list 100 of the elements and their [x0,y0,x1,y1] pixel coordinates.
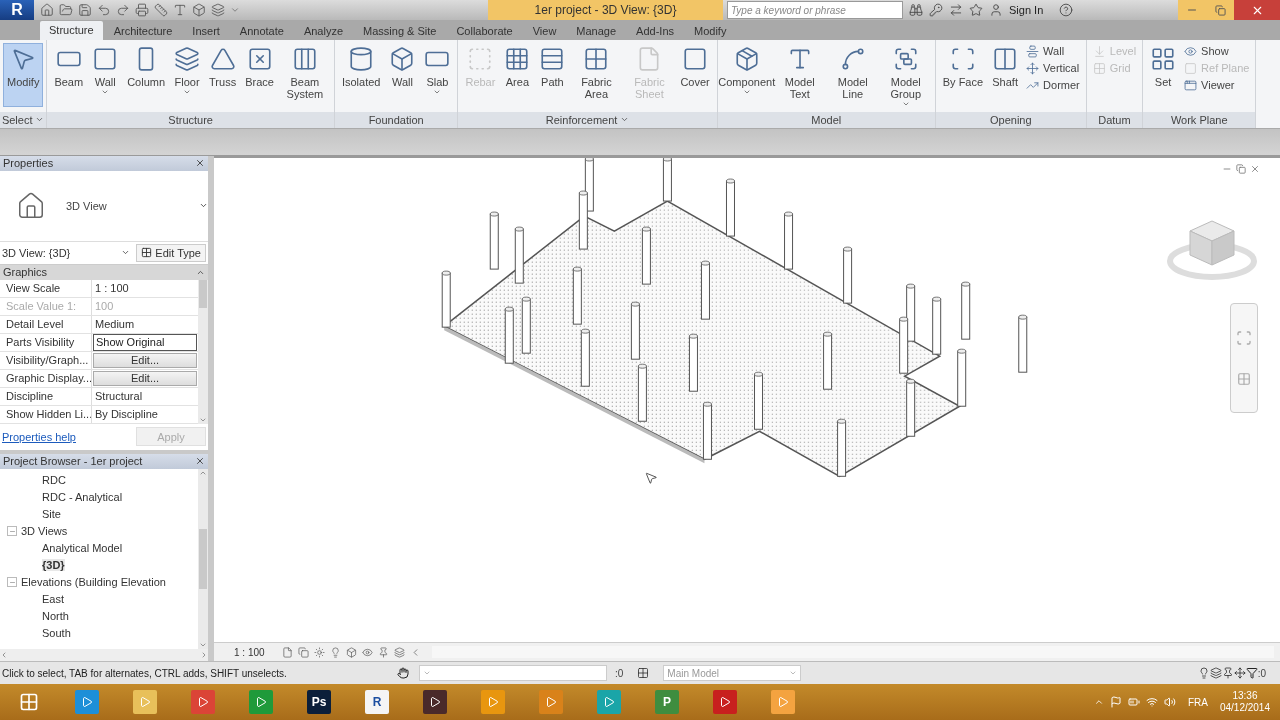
taskbar-app[interactable]: R [365,690,389,714]
layers-icon[interactable] [393,646,405,658]
edit-type-button[interactable]: Edit Type [136,243,206,262]
collapse-toggle[interactable] [7,577,17,588]
undo-icon[interactable] [97,3,111,17]
close-icon[interactable] [195,158,205,169]
ribbon-tool[interactable]: Shaft [988,42,1023,91]
ribbon-tool[interactable]: Floor [170,42,205,99]
edit-button[interactable]: Edit... [93,370,197,386]
copy-icon[interactable] [297,646,309,658]
tree-item[interactable]: Elevations (Building Elevation [21,576,166,589]
ribbon-small-tool[interactable]: Viewer [1181,77,1253,93]
taskbar-app[interactable]: Ps [307,690,331,714]
binoculars-icon[interactable] [909,3,923,17]
taskbar-app[interactable]: P [655,690,679,714]
instance-selector[interactable]: 3D View: {3D} [2,246,71,259]
layers-icon[interactable] [211,3,225,17]
close-button[interactable] [1234,0,1280,20]
hand-icon[interactable] [397,667,409,680]
sign-in-link[interactable]: Sign In [1009,4,1044,16]
ribbon-tool[interactable]: Cover [676,42,714,91]
tree-item[interactable]: RDC [42,474,66,487]
tree-item[interactable]: Site [42,508,61,521]
arrows-icon[interactable] [1233,667,1246,680]
ribbon-tool[interactable]: Truss [205,42,241,91]
close-icon[interactable] [1250,163,1260,174]
ribbon-tool[interactable]: Wall [385,42,420,91]
language-indicator[interactable]: FRA [1187,696,1208,708]
pin-icon[interactable] [377,646,389,658]
redo-icon[interactable] [116,3,130,17]
minimize-button[interactable] [1178,0,1206,20]
ribbon-small-tool[interactable]: Vertical [1023,60,1083,76]
scrollbar[interactable] [0,649,208,662]
close-icon[interactable] [195,456,205,467]
property-field[interactable]: Show Original [93,333,197,351]
network-icon[interactable] [1145,696,1158,708]
tree-item[interactable]: {3D} [42,559,65,572]
taskbar-app[interactable] [423,690,447,714]
home-icon[interactable] [40,3,54,17]
application-menu-button[interactable]: R [0,0,34,20]
ribbon-small-tool[interactable]: Wall [1023,43,1083,59]
save-icon[interactable] [78,3,92,17]
layers-icon[interactable] [1209,667,1222,680]
arrow-left-icon[interactable] [0,651,8,660]
box-icon[interactable] [192,3,206,17]
pin-icon[interactable] [1221,667,1234,680]
ribbon-tool[interactable]: Area [500,42,535,91]
box-icon[interactable] [345,646,357,658]
ribbon-tool[interactable]: Path [535,42,570,91]
user-icon[interactable] [989,3,1003,17]
bulb-icon[interactable] [1197,667,1210,680]
tree-item[interactable]: 3D Views [21,525,68,538]
view-scale[interactable]: 1 : 100 [234,646,265,658]
zoom-icon[interactable] [1237,371,1251,386]
scroll-thumb[interactable] [199,528,207,589]
ribbon-tool[interactable]: Modify [3,42,44,107]
flag-icon[interactable] [1109,696,1122,708]
ribbon-tool[interactable]: Model Group [879,42,932,111]
tree-item[interactable]: East [42,593,64,606]
caret-icon[interactable] [230,5,240,15]
collapse-toggle[interactable] [7,526,17,537]
ribbon-tab[interactable]: Analyze [294,21,353,40]
help-icon[interactable] [1059,3,1074,17]
tree-item[interactable]: RDC - Analytical [42,491,123,504]
taskbar-app[interactable] [713,690,737,714]
ribbon-tool[interactable]: Slab [420,42,455,99]
restore-icon[interactable] [1236,163,1246,174]
battery-icon[interactable] [1127,696,1140,708]
ribbon-tab[interactable]: Structure [40,20,103,40]
eye-icon[interactable] [361,646,373,658]
printer-icon[interactable] [135,3,149,17]
ribbon-tool[interactable]: Wall [88,42,123,99]
ribbon-tab[interactable]: Modify [685,21,736,40]
tree-item[interactable]: North [42,610,69,623]
type-selector[interactable]: 3D View [62,199,199,212]
ribbon-tool[interactable]: Isolated [337,42,385,91]
ribbon-tool[interactable]: Model Line [826,42,879,103]
tree-item[interactable]: South [42,627,71,640]
ribbon-tab[interactable]: Add-Ins [627,21,684,40]
start-icon[interactable] [19,692,39,712]
volume-icon[interactable] [1163,696,1176,708]
ribbon-tool[interactable]: Brace [241,42,278,91]
ribbon-tab[interactable]: Architecture [104,21,182,40]
ruler-icon[interactable] [154,3,168,17]
ribbon-small-tool[interactable]: Show [1181,43,1253,59]
ribbon-tool[interactable]: Beam System [278,42,331,103]
sheet-icon[interactable] [281,646,293,658]
scrollbar[interactable] [198,279,208,424]
navigation-bar[interactable] [1230,302,1258,413]
tree-item[interactable]: Analytical Model [42,542,123,555]
search-field[interactable]: Type a keyword or phrase [727,1,903,19]
bulb-icon[interactable] [329,646,341,658]
scrollbar[interactable] [198,468,208,650]
ribbon-tab[interactable]: Collaborate [447,21,522,40]
scroll-thumb[interactable] [199,279,207,308]
ribbon-tab[interactable]: Manage [567,21,626,40]
folder-icon[interactable] [59,3,73,17]
ribbon-tool[interactable]: By Face [938,42,988,91]
arrow-right-icon[interactable] [200,651,208,660]
wheel-icon[interactable] [1236,329,1252,346]
